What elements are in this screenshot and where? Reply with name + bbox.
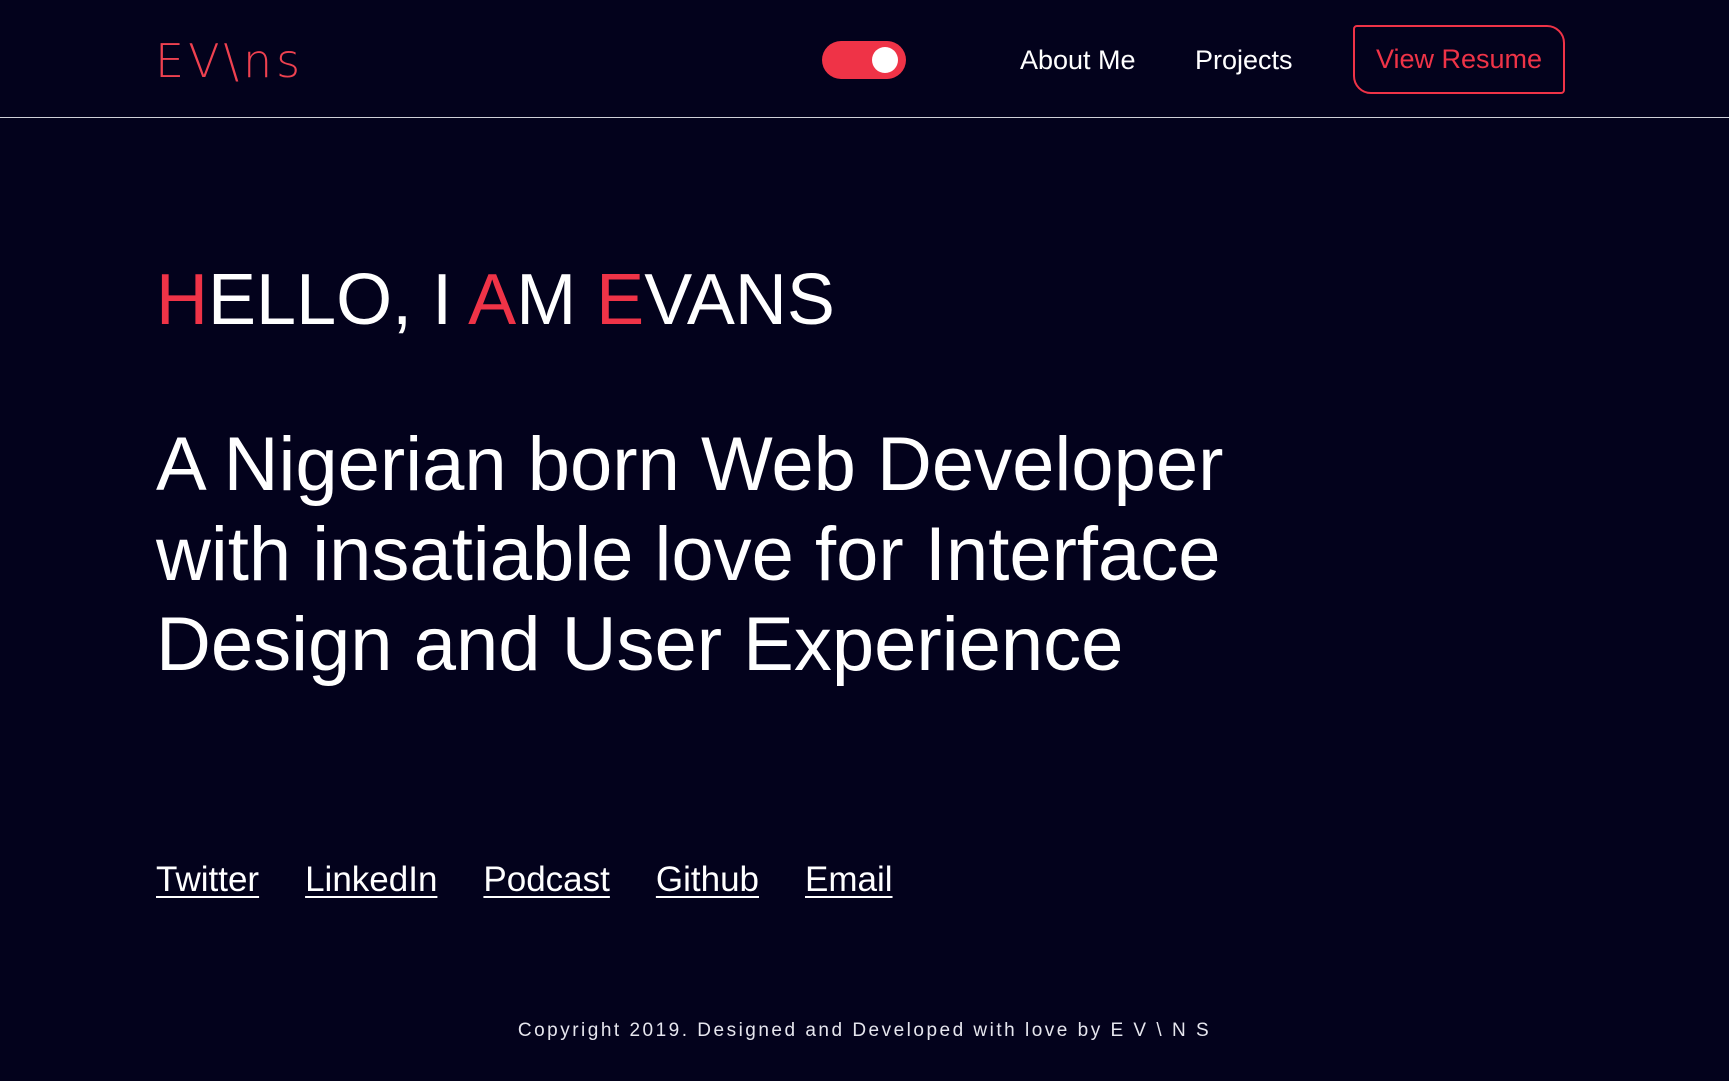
greeting-text-2: M: [516, 260, 597, 340]
greeting-accent-e: E: [596, 260, 645, 340]
hero-tagline: A Nigerian born Web Developer with insat…: [156, 422, 1224, 687]
podcast-link[interactable]: Podcast: [483, 860, 609, 900]
hero-greeting: HELLO, I AM EVANS: [156, 258, 835, 342]
greeting-text-3: VANS: [644, 260, 835, 340]
nav-projects[interactable]: Projects: [1195, 44, 1293, 76]
toggle-knob: [872, 47, 898, 73]
view-resume-button[interactable]: View Resume: [1353, 25, 1565, 94]
greeting-accent-a: A: [468, 260, 517, 340]
greeting-accent-h: H: [156, 260, 208, 340]
site-header: EV\ns About Me Projects View Resume: [0, 0, 1729, 118]
site-logo[interactable]: EV\ns: [155, 34, 304, 88]
footer-copyright: Copyright 2019. Designed and Developed w…: [517, 1020, 1212, 1041]
nav-about-me[interactable]: About Me: [1020, 44, 1136, 76]
twitter-link[interactable]: Twitter: [156, 860, 259, 900]
email-link[interactable]: Email: [805, 860, 893, 900]
greeting-text-1: ELLO, I: [208, 260, 469, 340]
social-links: Twitter LinkedIn Podcast Github Email: [156, 860, 893, 900]
linkedin-link[interactable]: LinkedIn: [305, 860, 437, 900]
github-link[interactable]: Github: [656, 860, 759, 900]
theme-toggle[interactable]: [822, 41, 906, 79]
